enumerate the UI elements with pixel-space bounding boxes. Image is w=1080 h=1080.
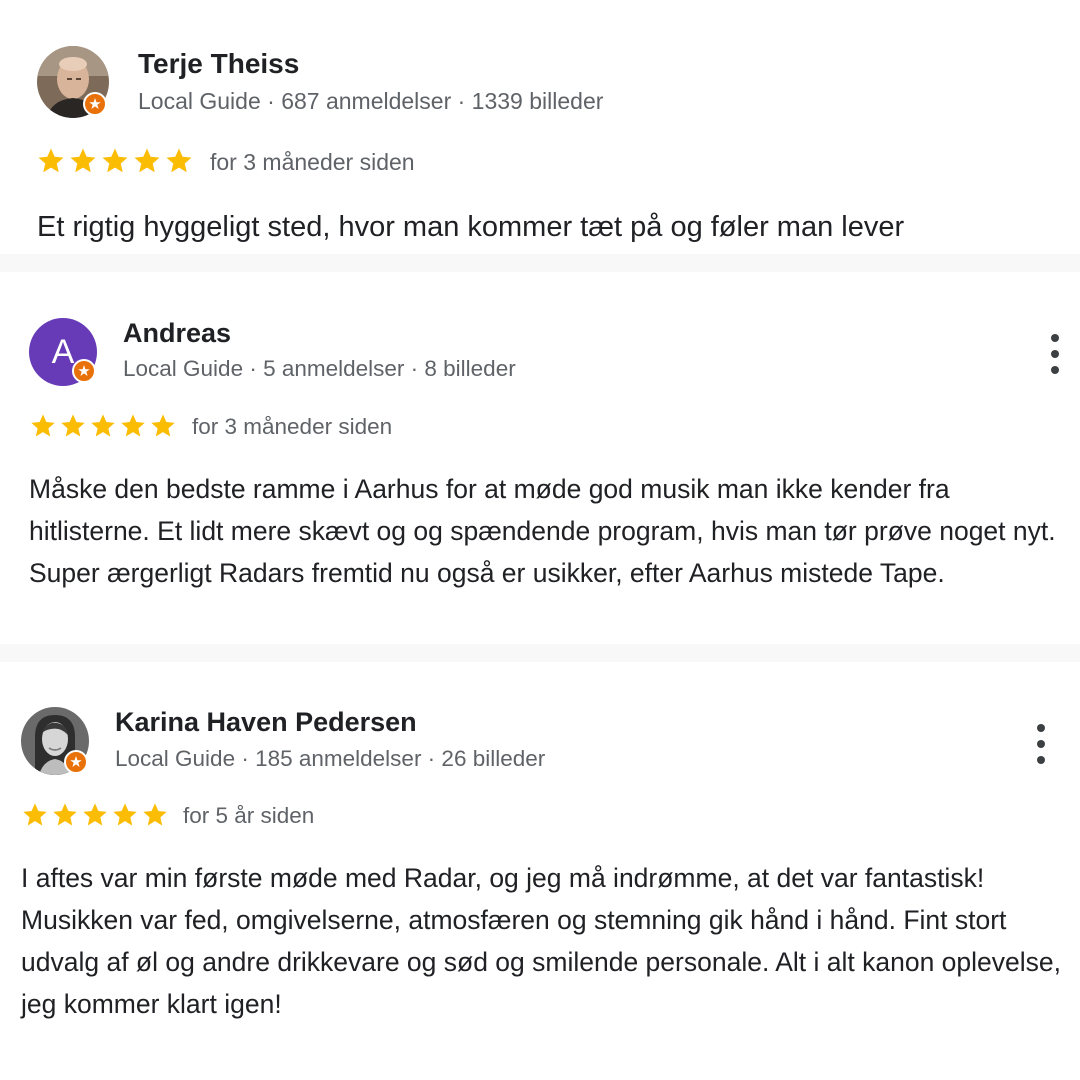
more-options-dot bbox=[1051, 366, 1059, 374]
star-icon bbox=[83, 803, 107, 826]
more-options-dot bbox=[1037, 740, 1045, 748]
local-guide-badge-icon bbox=[64, 750, 88, 774]
local-guide-badge-icon bbox=[83, 92, 107, 116]
star-icon bbox=[143, 803, 167, 826]
review-card: Karina Haven Pedersen Local Guide · 185 … bbox=[0, 662, 1080, 1080]
more-options-button[interactable] bbox=[1031, 724, 1051, 764]
star-icon bbox=[70, 148, 96, 173]
star-icon bbox=[23, 803, 47, 826]
reviewer-name[interactable]: Andreas bbox=[123, 318, 231, 349]
star-rating bbox=[28, 412, 178, 440]
review-text: Måske den bedste ramme i Aarhus for at m… bbox=[29, 474, 1056, 588]
review-card: A Andreas Local Guide · 5 anmeldelser · … bbox=[0, 272, 1080, 644]
star-icon bbox=[151, 414, 175, 437]
review-text: I aftes var min første møde med Radar, o… bbox=[21, 863, 1061, 1019]
reviewer-meta: Local Guide · 687 anmeldelser · 1339 bil… bbox=[138, 88, 604, 114]
star-rating bbox=[20, 801, 170, 829]
reviewer-meta: Local Guide · 5 anmeldelser · 8 billeder bbox=[123, 356, 516, 381]
star-icon bbox=[121, 414, 145, 437]
review-date: for 3 måneder siden bbox=[210, 149, 415, 175]
star-icon bbox=[53, 803, 77, 826]
more-options-dot bbox=[1051, 334, 1059, 342]
reviewer-meta: Local Guide · 185 anmeldelser · 26 bille… bbox=[115, 746, 546, 771]
star-rating bbox=[35, 146, 195, 176]
star-icon bbox=[113, 803, 137, 826]
more-options-dot bbox=[1037, 756, 1045, 764]
more-options-dot bbox=[1051, 350, 1059, 358]
star-icon bbox=[166, 148, 192, 173]
more-options-dot bbox=[1037, 724, 1045, 732]
review-card: Terje Theiss Local Guide · 687 anmeldels… bbox=[0, 0, 1080, 254]
reviewer-name[interactable]: Terje Theiss bbox=[138, 48, 299, 80]
star-icon bbox=[134, 148, 160, 173]
more-options-button[interactable] bbox=[1045, 334, 1065, 374]
star-icon bbox=[102, 148, 128, 173]
star-icon bbox=[91, 414, 115, 437]
review-date: for 3 måneder siden bbox=[192, 414, 393, 439]
review-date: for 5 år siden bbox=[183, 803, 315, 828]
local-guide-badge-icon bbox=[72, 359, 96, 383]
reviewer-name[interactable]: Karina Haven Pedersen bbox=[115, 707, 417, 738]
star-icon bbox=[38, 148, 64, 173]
star-icon bbox=[31, 414, 55, 437]
star-icon bbox=[61, 414, 85, 437]
review-text: Et rigtig hyggeligt sted, hvor man komme… bbox=[37, 211, 905, 243]
